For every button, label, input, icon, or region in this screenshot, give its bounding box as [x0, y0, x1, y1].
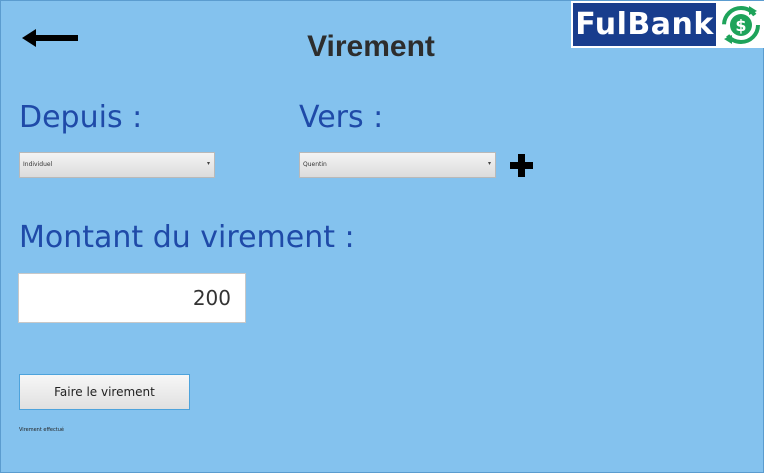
submit-transfer-button[interactable]: Faire le virement: [19, 374, 190, 410]
plus-icon: [510, 154, 533, 177]
to-account-value: Quentin: [303, 161, 327, 168]
from-account-value: Individuel: [23, 161, 53, 168]
chevron-down-icon: ▾: [206, 160, 210, 167]
add-recipient-button[interactable]: [509, 153, 534, 178]
fulbank-logo: FulBank $: [571, 1, 764, 48]
logo-text: FulBank: [573, 3, 716, 46]
from-label: Depuis :: [19, 100, 143, 135]
amount-input[interactable]: 200: [18, 273, 246, 323]
from-account-select[interactable]: Individuel ▾: [19, 152, 215, 178]
logo-dollar-symbol: $: [735, 16, 746, 35]
dollar-cycle-icon: $: [722, 6, 760, 44]
to-account-select[interactable]: Quentin ▾: [299, 152, 496, 178]
amount-label: Montant du virement :: [19, 220, 355, 255]
chevron-down-icon: ▾: [487, 160, 491, 167]
status-message: Virement effectué: [19, 427, 64, 433]
to-label: Vers :: [299, 100, 384, 135]
